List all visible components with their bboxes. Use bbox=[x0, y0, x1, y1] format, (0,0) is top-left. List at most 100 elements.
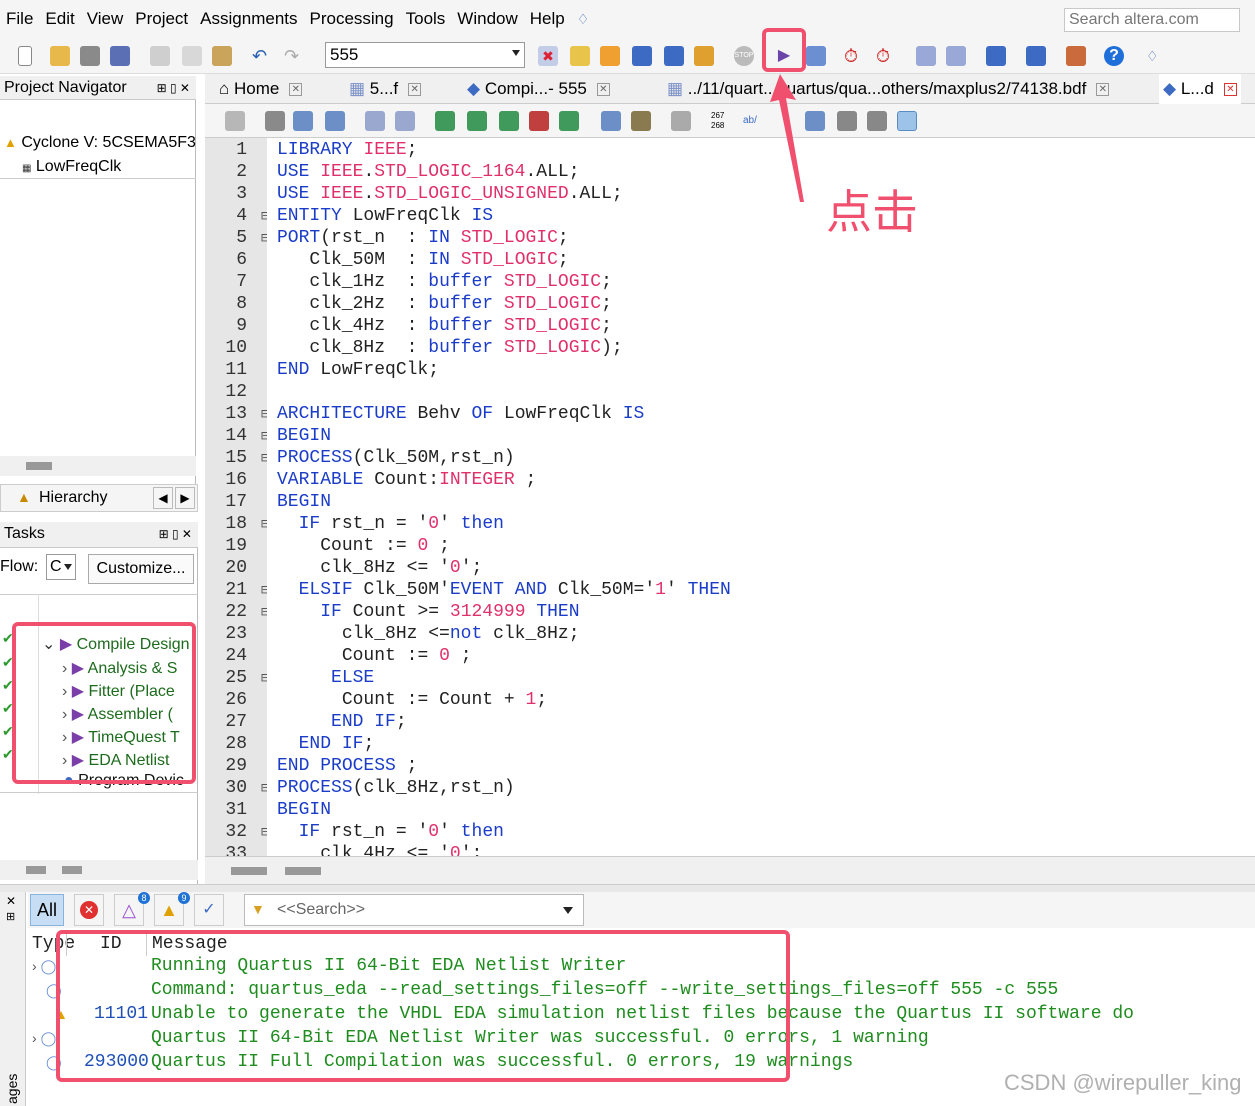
flow-label: Flow: bbox=[0, 558, 39, 575]
code-editor[interactable]: LIBRARY IEEE; USE IEEE.STD_LOGIC_1164.ALL… bbox=[267, 138, 1255, 856]
programmer-icon[interactable] bbox=[986, 46, 1006, 66]
timequest-icon[interactable]: ⏱ bbox=[876, 46, 896, 66]
close-icon[interactable]: ✕ bbox=[6, 894, 16, 908]
split-icon[interactable] bbox=[867, 111, 887, 131]
editor-scrollbar[interactable] bbox=[205, 856, 1255, 884]
code-line: USE IEEE.STD_LOGIC_1164.ALL; bbox=[277, 162, 580, 182]
abc-icon[interactable]: ab/ bbox=[743, 111, 763, 131]
filter-all-button[interactable]: All bbox=[30, 894, 64, 926]
menu-view[interactable]: View bbox=[87, 9, 124, 29]
messages-side-label-visible: ages bbox=[4, 1073, 20, 1104]
view-dropdown[interactable]: ▲ Hierarchy ◀ ▶ bbox=[0, 484, 198, 512]
goto-icon[interactable] bbox=[325, 111, 345, 131]
assignment-editor-icon[interactable] bbox=[600, 46, 620, 66]
code-line: USE IEEE.STD_LOGIC_UNSIGNED.ALL; bbox=[277, 184, 623, 204]
entity-row[interactable]: ▦ LowFreqClk bbox=[22, 158, 121, 176]
bookmark-all-icon[interactable] bbox=[559, 111, 579, 131]
menu-assignments[interactable]: Assignments bbox=[200, 9, 297, 29]
outdent-icon[interactable] bbox=[395, 111, 415, 131]
comment-icon[interactable] bbox=[671, 111, 691, 131]
chip-icon[interactable] bbox=[1026, 46, 1046, 66]
info-icon[interactable]: › ◯ bbox=[32, 1030, 56, 1047]
save-all-icon[interactable] bbox=[110, 46, 130, 66]
redo-icon[interactable]: ↷ bbox=[284, 46, 304, 66]
megawizard-icon[interactable] bbox=[664, 46, 684, 66]
document-tabs: ⌂ Home ✕ ▦ 5...f ✕ ◆ Compi...- 555 ✕ ▦ ../1… bbox=[205, 74, 1255, 104]
pin-planner-icon[interactable] bbox=[570, 46, 590, 66]
view-icon[interactable] bbox=[837, 111, 857, 131]
search-input[interactable]: Search altera.com bbox=[1064, 8, 1240, 32]
help-chat-icon[interactable]: ♢ bbox=[577, 11, 590, 28]
line-number-icon[interactable]: 267 268 bbox=[711, 111, 731, 131]
messages-highlight-box bbox=[56, 930, 790, 1082]
pin-icon[interactable]: ⊞ bbox=[6, 910, 15, 923]
close-icon[interactable]: ✕ bbox=[408, 83, 422, 97]
replace-icon[interactable] bbox=[293, 111, 313, 131]
bookmark-next-icon[interactable] bbox=[467, 111, 487, 131]
panel-pin-icon[interactable]: ⊞ ▯ ✕ bbox=[159, 522, 192, 546]
line-number: 4 bbox=[236, 206, 247, 226]
bookmark-clear-icon[interactable] bbox=[529, 111, 549, 131]
menu-project[interactable]: Project bbox=[135, 9, 188, 29]
help-icon[interactable]: ? bbox=[1104, 46, 1124, 66]
timing-icon[interactable]: ⏱ bbox=[844, 46, 864, 66]
bookmark-prev-icon[interactable] bbox=[499, 111, 519, 131]
menu-tools[interactable]: Tools bbox=[406, 9, 446, 29]
attach-icon[interactable] bbox=[601, 111, 621, 131]
error-filter-icon[interactable]: ✕ bbox=[74, 894, 104, 926]
menu-file[interactable]: File bbox=[6, 9, 33, 29]
find-icon[interactable] bbox=[265, 111, 285, 131]
scroll-left-icon[interactable]: ◀ bbox=[153, 487, 173, 509]
analysis-icon[interactable] bbox=[806, 46, 826, 66]
close-icon[interactable]: ✕ bbox=[289, 83, 303, 97]
customize-button[interactable]: Customize... bbox=[88, 554, 194, 584]
code-line: IF rst_n = '0' then bbox=[298, 822, 504, 842]
chip-planner-icon[interactable]: ✖ bbox=[538, 46, 558, 66]
template-icon[interactable] bbox=[631, 111, 651, 131]
tab-compilation-report[interactable]: ◆ Compi...- 555 ✕ bbox=[467, 74, 610, 104]
close-icon[interactable]: ✕ bbox=[596, 83, 610, 97]
line-number: 1 bbox=[236, 140, 247, 160]
tab-file[interactable]: ▦ 5...f ✕ bbox=[349, 74, 422, 104]
settings-icon[interactable] bbox=[632, 46, 652, 66]
tab-lowfreqclk[interactable]: ◆ L...d ✕ bbox=[1159, 74, 1241, 104]
feedback-icon[interactable]: ♢ bbox=[1146, 46, 1166, 66]
copy-icon[interactable] bbox=[182, 46, 202, 66]
navigator-scrollbar[interactable] bbox=[0, 456, 196, 476]
close-icon[interactable]: ✕ bbox=[1223, 83, 1237, 97]
message-search-placeholder: <<Search>> bbox=[277, 901, 366, 918]
save-icon[interactable] bbox=[80, 46, 100, 66]
cut-icon[interactable] bbox=[150, 46, 170, 66]
menu-window[interactable]: Window bbox=[457, 9, 517, 29]
tab-home[interactable]: ⌂ Home ✕ bbox=[219, 74, 303, 104]
info-filter-icon[interactable]: ✓ bbox=[194, 894, 224, 926]
scroll-right-icon[interactable]: ▶ bbox=[175, 487, 195, 509]
open-icon[interactable] bbox=[50, 46, 70, 66]
undo-icon[interactable]: ↶ bbox=[252, 46, 272, 66]
watermark: CSDN @wirepuller_king bbox=[1004, 1070, 1242, 1095]
menu-edit[interactable]: Edit bbox=[45, 9, 74, 29]
bookmark-icon[interactable] bbox=[435, 111, 455, 131]
editor-tool-icon[interactable] bbox=[225, 111, 245, 131]
tasks-scrollbar[interactable] bbox=[0, 860, 198, 880]
code-line: END IF; bbox=[298, 734, 375, 754]
flow-select[interactable]: C bbox=[46, 554, 76, 580]
menu-processing[interactable]: Processing bbox=[310, 9, 394, 29]
ip-catalog-icon[interactable] bbox=[694, 46, 714, 66]
panel-pin-icon[interactable]: ⊞ ▯ ✕ bbox=[157, 76, 190, 100]
message-search-input[interactable]: ▼ <<Search>> bbox=[244, 894, 584, 926]
info-icon[interactable]: › ◯ bbox=[32, 958, 56, 975]
paste-icon[interactable] bbox=[212, 46, 232, 66]
rtl-viewer-icon[interactable] bbox=[916, 46, 936, 66]
close-icon[interactable]: ✕ bbox=[1096, 83, 1110, 97]
tab-bdf[interactable]: ▦ ../11/quart...quartus/qua...others/max… bbox=[667, 74, 1110, 104]
stop-icon[interactable]: STOP bbox=[734, 46, 754, 66]
netlist-viewer-icon[interactable] bbox=[946, 46, 966, 66]
full-view-icon[interactable] bbox=[897, 111, 917, 131]
revision-select[interactable]: 555 bbox=[325, 42, 525, 68]
menu-help[interactable]: Help bbox=[530, 9, 565, 29]
device-row[interactable]: ▲ Cyclone V: 5CSEMA5F3 bbox=[4, 134, 196, 152]
new-file-icon[interactable] bbox=[18, 46, 32, 66]
signaltap-icon[interactable] bbox=[1066, 46, 1086, 66]
indent-icon[interactable] bbox=[365, 111, 385, 131]
